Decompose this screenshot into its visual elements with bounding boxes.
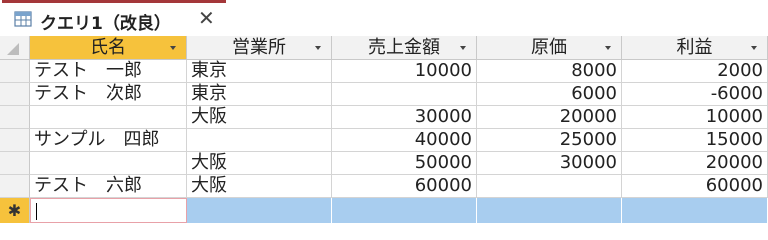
table-cell[interactable]: 30000	[477, 152, 622, 175]
table-cell[interactable]: 25000	[477, 129, 622, 152]
table-cell[interactable]	[30, 106, 187, 129]
table-cell[interactable]: 20000	[622, 152, 768, 175]
table-cell[interactable]: 大阪	[187, 106, 332, 129]
table-cell[interactable]: 6000	[477, 83, 622, 106]
column-header-3[interactable]: 原価	[477, 36, 622, 60]
table-cell[interactable]: 10000	[332, 60, 477, 83]
close-icon[interactable]: ✕	[198, 8, 215, 28]
table-row: 大阪 50000 30000 20000	[30, 152, 768, 175]
row-selector[interactable]	[0, 60, 30, 83]
filter-dropdown-icon[interactable]	[751, 46, 757, 50]
table-cell[interactable]: テスト 六郎	[30, 175, 187, 198]
column-header-label: 売上金額	[368, 37, 440, 58]
new-record-row	[30, 198, 768, 223]
table-cell[interactable]	[30, 152, 187, 175]
new-record-icon[interactable]: ✱	[0, 198, 30, 223]
table-cell[interactable]	[477, 175, 622, 198]
table-row: テスト 次郎 東京 6000 -6000	[30, 83, 768, 106]
column-header-label: 営業所	[232, 37, 286, 58]
row-selector[interactable]	[0, 129, 30, 152]
column-header-label: 利益	[676, 37, 713, 58]
filter-dropdown-icon[interactable]	[170, 46, 176, 50]
table-row: サンプル 四郎 40000 25000 15000	[30, 129, 768, 152]
table-cell[interactable]: 東京	[187, 60, 332, 83]
filter-dropdown-icon[interactable]	[315, 46, 321, 50]
table-cell[interactable]: 50000	[332, 152, 477, 175]
table-cell[interactable]: 8000	[477, 60, 622, 83]
table-row: テスト 六郎 大阪 60000 60000	[30, 175, 768, 198]
table-cell[interactable]	[332, 83, 477, 106]
table-cell[interactable]: 15000	[622, 129, 768, 152]
column-header-0[interactable]: 氏名	[30, 36, 187, 60]
row-selector[interactable]	[0, 152, 30, 175]
text-caret	[36, 203, 37, 220]
table-cell[interactable]: テスト 次郎	[30, 83, 187, 106]
document-tab-strip: クエリ1（改良） ✕	[0, 0, 768, 37]
column-header-label: 原価	[531, 37, 567, 58]
new-record-cell[interactable]	[187, 198, 332, 223]
table-row: テスト 一郎 東京 10000 8000 2000	[30, 60, 768, 83]
table-cell[interactable]: 60000	[332, 175, 477, 198]
query-tab[interactable]: クエリ1（改良） ✕	[2, 0, 226, 36]
tab-title: クエリ1（改良）	[40, 14, 171, 34]
datasheet-grid: 氏名 営業所 売上金額 原価 利益 テスト 一郎 東京 10000 8000 2000 テスト 次…	[0, 36, 768, 233]
table-cell[interactable]: テスト 一郎	[30, 60, 187, 83]
filter-dropdown-icon[interactable]	[460, 46, 466, 50]
table-cell[interactable]: 30000	[332, 106, 477, 129]
column-header-2[interactable]: 売上金額	[332, 36, 477, 60]
table-row: 大阪 30000 20000 10000	[30, 106, 768, 129]
table-cell[interactable]: サンプル 四郎	[30, 129, 187, 152]
table-cell[interactable]: 40000	[332, 129, 477, 152]
table-cell[interactable]: 大阪	[187, 152, 332, 175]
new-record-cell[interactable]	[332, 198, 477, 223]
column-header-label: 氏名	[90, 37, 126, 58]
table-cell[interactable]: 大阪	[187, 175, 332, 198]
table-cell[interactable]	[187, 129, 332, 152]
column-header-1[interactable]: 営業所	[187, 36, 332, 60]
table-cell[interactable]: -6000	[622, 83, 768, 106]
column-header-4[interactable]: 利益	[622, 36, 768, 60]
table-query-icon	[14, 11, 32, 27]
new-record-input[interactable]	[30, 198, 187, 223]
new-record-cell[interactable]	[622, 198, 768, 223]
table-cell[interactable]: 10000	[622, 106, 768, 129]
table-cell[interactable]: 20000	[477, 106, 622, 129]
table-cell[interactable]: 60000	[622, 175, 768, 198]
row-selector[interactable]	[0, 175, 30, 198]
row-selector[interactable]	[0, 106, 30, 129]
select-all-corner[interactable]	[0, 36, 30, 60]
select-all-icon	[7, 43, 19, 55]
table-cell[interactable]: 東京	[187, 83, 332, 106]
new-record-cell[interactable]	[477, 198, 622, 223]
table-cell[interactable]: 2000	[622, 60, 768, 83]
row-selector[interactable]	[0, 83, 30, 106]
filter-dropdown-icon[interactable]	[605, 46, 611, 50]
